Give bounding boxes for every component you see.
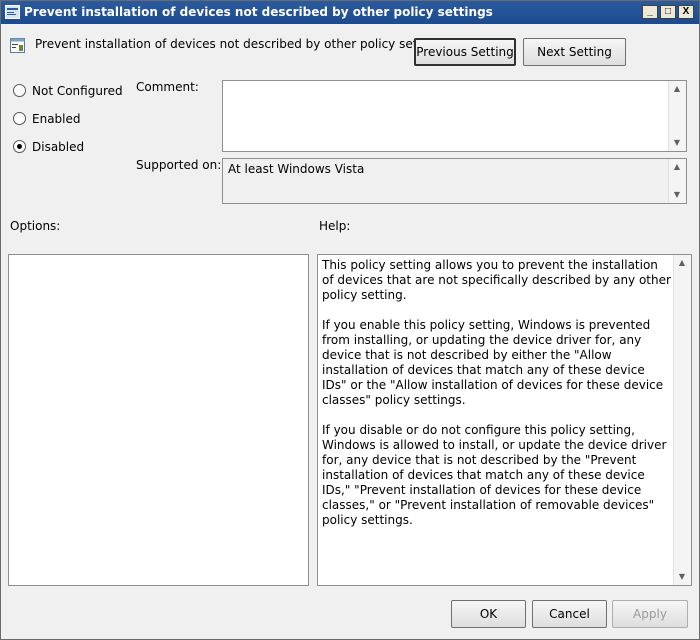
comment-label: Comment: — [136, 80, 199, 94]
options-label: Options: — [10, 219, 61, 233]
apply-button[interactable]: Apply — [612, 600, 688, 628]
enabled-radio-dot[interactable] — [13, 112, 26, 125]
options-panel — [8, 254, 309, 586]
not-configured-label: Not Configured — [32, 83, 123, 98]
help-label: Help: — [319, 219, 351, 233]
help-paragraph: If you disable or do not configure this … — [322, 423, 667, 527]
supported-on-label: Supported on: — [136, 158, 222, 172]
policy-dialog: Prevent installation of devices not desc… — [0, 0, 700, 640]
comment-scrollbar[interactable]: ▲ ▼ — [668, 81, 686, 151]
help-panel: This policy setting allows you to preven… — [317, 254, 692, 586]
disabled-radio-dot[interactable] — [13, 140, 26, 153]
policy-setting-icon — [10, 38, 25, 53]
supported-on-value: At least Windows Vista — [228, 162, 365, 176]
policy-window-icon — [5, 5, 20, 19]
supported-scrollbar[interactable]: ▲ ▼ — [668, 159, 686, 203]
scroll-down-arrow-icon[interactable]: ▼ — [675, 570, 689, 584]
enabled-label: Enabled — [32, 111, 81, 126]
previous-setting-button[interactable]: Previous Setting — [414, 38, 516, 66]
scroll-up-arrow-icon[interactable]: ▲ — [675, 256, 689, 270]
scroll-down-arrow-icon[interactable]: ▼ — [670, 188, 684, 202]
comment-textarea[interactable]: ▲ ▼ — [222, 80, 687, 152]
close-button[interactable]: X — [678, 5, 694, 19]
next-setting-button[interactable]: Next Setting — [523, 38, 626, 66]
help-paragraph: If you enable this policy setting, Windo… — [322, 318, 664, 407]
not-configured-radio-dot[interactable] — [13, 84, 26, 97]
help-paragraph: This policy setting allows you to preven… — [322, 258, 671, 302]
window-title: Prevent installation of devices not desc… — [24, 5, 493, 19]
disabled-radio[interactable]: Disabled — [13, 139, 84, 157]
scroll-up-arrow-icon[interactable]: ▲ — [670, 160, 684, 174]
cancel-button[interactable]: Cancel — [532, 600, 607, 628]
enabled-radio[interactable]: Enabled — [13, 111, 81, 129]
disabled-label: Disabled — [32, 139, 85, 154]
scroll-up-arrow-icon[interactable]: ▲ — [670, 82, 684, 96]
maximize-button[interactable]: □ — [660, 5, 676, 19]
help-scrollbar[interactable]: ▲ ▼ — [673, 255, 691, 585]
scroll-down-arrow-icon[interactable]: ▼ — [670, 136, 684, 150]
help-text: This policy setting allows you to preven… — [322, 258, 672, 543]
title-bar[interactable]: Prevent installation of devices not desc… — [1, 1, 699, 24]
supported-on-field: At least Windows Vista ▲ ▼ — [222, 158, 687, 204]
policy-title: Prevent installation of devices not desc… — [35, 37, 447, 51]
not-configured-radio[interactable]: Not Configured — [13, 83, 123, 101]
ok-button[interactable]: OK — [451, 600, 526, 628]
minimize-button[interactable]: _ — [642, 5, 658, 19]
